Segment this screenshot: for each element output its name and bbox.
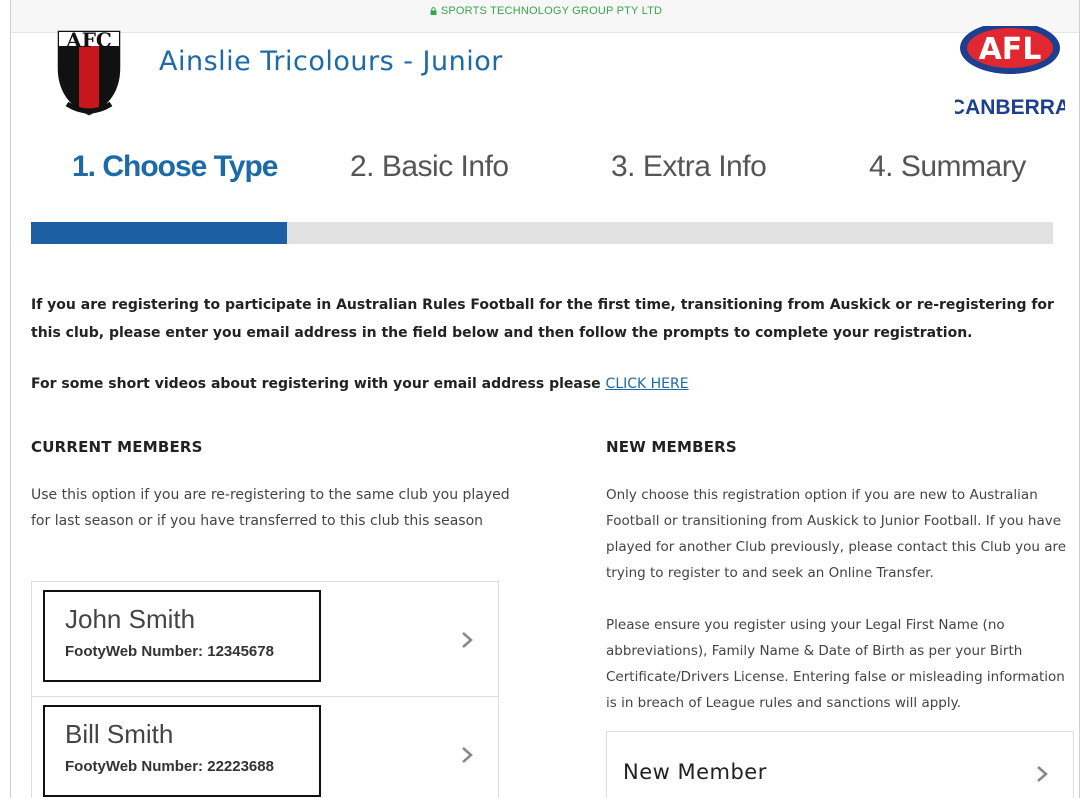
site-identity-text: SPORTS TECHNOLOGY GROUP PTY LTD [440,5,663,17]
progress-bar [31,222,1053,244]
member-footyweb-number: FootyWeb Number: 22223688 [65,758,274,775]
member-footyweb-number: FootyWeb Number: 12345678 [65,643,274,660]
intro-text: If you are registering to participate in… [31,297,1054,341]
league-logo-subtext: CANBERRA [955,96,1065,119]
new-members-description: Only choose this registration option if … [606,482,1076,716]
click-here-link[interactable]: CLICK HERE [606,376,689,392]
member-card-bill-smith[interactable]: Bill Smith FootyWeb Number: 22223688 [32,696,498,798]
league-logo-text: AFL [979,32,1042,67]
new-member-label: New Member [623,760,767,784]
current-members-list: John Smith FootyWeb Number: 12345678 Bil… [31,581,499,798]
registration-page: SPORTS TECHNOLOGY GROUP PTY LTD AFC Ains… [10,0,1080,798]
url-bar[interactable]: SPORTS TECHNOLOGY GROUP PTY LTD [11,0,1079,33]
new-member-button[interactable]: New Member [606,731,1074,798]
member-info-box: Bill Smith FootyWeb Number: 22223688 [43,705,321,797]
member-name: John Smith [65,604,196,634]
new-members-paragraph: Only choose this registration option if … [606,487,1067,581]
step-summary[interactable]: 4. Summary [869,150,1026,184]
chevron-right-icon [462,747,473,763]
member-card-john-smith[interactable]: John Smith FootyWeb Number: 12345678 [32,582,498,696]
site-identity: SPORTS TECHNOLOGY GROUP PTY LTD [430,5,662,17]
lock-icon [430,7,437,15]
club-title: Ainslie Tricolours - Junior [159,46,503,77]
league-logo: AFL CANBERRA [955,26,1065,119]
member-name: Bill Smith [65,719,174,749]
step-basic-info[interactable]: 2. Basic Info [350,150,509,184]
new-members-legal-notice: Please ensure you register using your Le… [606,617,1065,711]
current-members-description: Use this option if you are re-registerin… [31,487,510,529]
step-choose-type[interactable]: 1. Choose Type [72,150,278,184]
club-shield-logo: AFC [57,28,121,116]
current-members-heading: CURRENT MEMBERS [31,438,203,456]
step-extra-info[interactable]: 3. Extra Info [611,150,767,184]
progress-fill [31,222,287,244]
new-members-heading: NEW MEMBERS [606,438,737,456]
registration-steps: 1. Choose Type 2. Basic Info 3. Extra In… [11,150,1079,200]
videos-text: For some short videos about registering … [31,376,689,392]
club-logo-text: AFC [65,28,112,52]
chevron-right-icon [462,632,473,648]
member-info-box: John Smith FootyWeb Number: 12345678 [43,590,321,682]
chevron-right-icon [1037,766,1048,782]
videos-prompt: For some short videos about registering … [31,376,606,392]
